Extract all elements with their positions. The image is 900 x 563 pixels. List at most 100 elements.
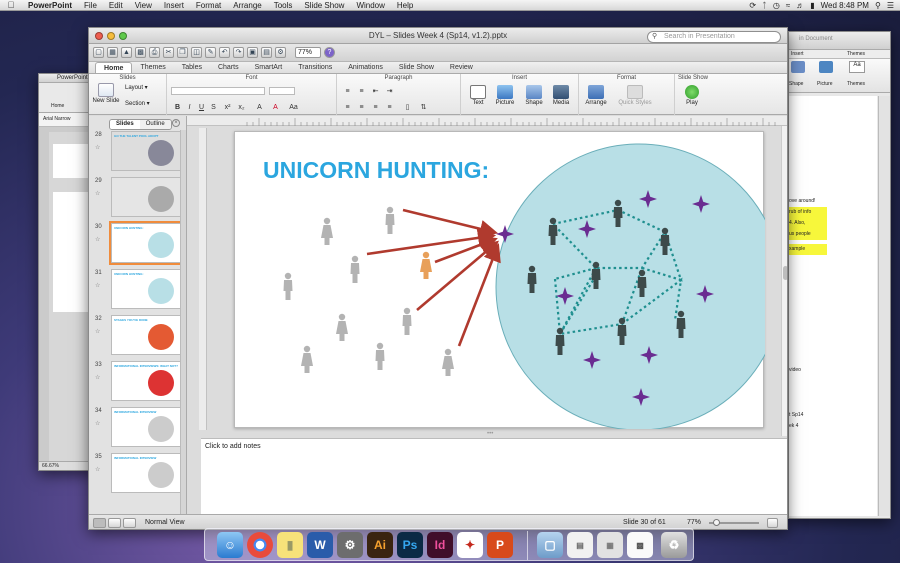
apple-menu-icon[interactable]:  — [0, 0, 22, 10]
slide-thumbnail-33[interactable]: 33 ☆ INFORMATIONAL INTERVIEWS: WHAT NOT? — [89, 360, 187, 404]
font-name-input[interactable] — [171, 87, 265, 95]
new-slide-button[interactable]: New Slide — [91, 83, 121, 104]
bullets-icon[interactable]: ≡ — [343, 87, 352, 96]
applications-folder-icon[interactable]: ▢ — [537, 532, 563, 558]
trash-icon[interactable]: ♻ — [661, 532, 687, 558]
splitter-handle[interactable]: ••• — [487, 431, 503, 437]
tab-themes[interactable]: Themes — [132, 62, 173, 73]
right-tab-themes[interactable]: Themes — [847, 51, 865, 57]
menu-help[interactable]: Help — [391, 1, 419, 10]
left-window-font-box[interactable]: Arial Narrow — [39, 113, 95, 127]
slide-scrollbar[interactable] — [781, 126, 787, 436]
font-size-input[interactable] — [269, 87, 295, 95]
gallery-icon[interactable]: ▤ — [261, 47, 272, 58]
chrome-icon[interactable] — [247, 532, 273, 558]
menu-app-name[interactable]: PowerPoint — [22, 1, 78, 10]
cut-icon[interactable]: ✂ — [163, 47, 174, 58]
stickies-icon[interactable]: ▮ — [277, 532, 303, 558]
battery-icon[interactable]: ▮ — [810, 1, 814, 10]
right-window-scrollbar[interactable] — [878, 96, 890, 516]
zoom-slider[interactable] — [709, 519, 759, 526]
shape-button[interactable]: Shape — [523, 85, 545, 106]
menu-insert[interactable]: Insert — [158, 1, 190, 10]
menu-window[interactable]: Window — [350, 1, 390, 10]
superscript-icon[interactable]: x² — [223, 103, 232, 112]
download-stack-icon[interactable]: ▦ — [597, 532, 623, 558]
help-icon[interactable]: ? — [324, 47, 335, 58]
right-picture-button[interactable]: Picture — [817, 81, 833, 87]
close-pane-icon[interactable]: × — [172, 119, 180, 127]
justify-icon[interactable]: ≡ — [385, 103, 394, 112]
shape-icon[interactable] — [791, 61, 805, 73]
slide-thumbnail-29[interactable]: 29 ☆ — [89, 176, 187, 220]
templates-icon[interactable]: ▦ — [107, 47, 118, 58]
decrease-indent-icon[interactable]: ⇤ — [371, 87, 380, 96]
tab-charts[interactable]: Charts — [210, 62, 247, 73]
slide-thumbnail-28[interactable]: 28 ☆ GO THE TALENT POOL ADOPT — [89, 130, 187, 174]
spotlight-icon[interactable]: ⚲ — [875, 1, 881, 10]
align-left-icon[interactable]: ≡ — [343, 103, 352, 112]
thumbnail-scrollbar[interactable] — [180, 130, 186, 514]
columns-icon[interactable]: ▯ — [403, 103, 412, 112]
zoom-slider-knob[interactable] — [713, 519, 720, 526]
open-icon[interactable]: ▲ — [121, 47, 132, 58]
right-themes-button[interactable]: Themes — [847, 81, 865, 87]
left-window-titlebar[interactable]: PowerPoint — [39, 74, 95, 83]
tab-slides[interactable]: Slides — [110, 120, 140, 129]
search-input[interactable]: ⚲ Search in Presentation — [647, 31, 781, 43]
zoom-select[interactable]: 77% — [295, 47, 321, 58]
finder-icon[interactable]: ☺ — [217, 532, 243, 558]
right-window-titlebar[interactable]: in Document — [789, 32, 890, 50]
tab-outline[interactable]: Outline — [139, 120, 171, 129]
tab-tables[interactable]: Tables — [174, 62, 210, 73]
menu-tools[interactable]: Tools — [268, 1, 299, 10]
clock[interactable]: Wed 8:48 PM — [821, 1, 869, 10]
menu-slide-show[interactable]: Slide Show — [298, 1, 350, 10]
menu-file[interactable]: File — [78, 1, 103, 10]
right-shape-button[interactable]: Shape — [789, 81, 803, 87]
fit-to-window-button[interactable] — [767, 518, 778, 528]
slide-canvas[interactable]: UNICORN HUNTING: — [234, 131, 783, 431]
section-button[interactable]: Section ▾ — [125, 100, 150, 107]
undo-icon[interactable]: ↶ — [219, 47, 230, 58]
save-icon[interactable]: ▩ — [135, 47, 146, 58]
sync-icon[interactable]: ⟳ — [749, 1, 756, 10]
acrobat-icon[interactable]: ✦ — [457, 532, 483, 558]
underline-icon[interactable]: U — [197, 103, 206, 112]
text-button[interactable]: Text — [467, 85, 489, 106]
tab-transitions[interactable]: Transitions — [290, 62, 340, 73]
bluetooth-icon[interactable]: ᛏ — [762, 1, 767, 10]
layout-button[interactable]: Layout ▾ — [125, 84, 148, 91]
tab-home[interactable]: Home — [95, 62, 133, 73]
notes-pane[interactable]: Click to add notes — [201, 438, 787, 514]
quick-styles-button[interactable]: Quick Styles — [615, 85, 655, 106]
text-effects-icon[interactable]: A — [255, 103, 264, 112]
slide-sorter-button[interactable] — [108, 518, 121, 528]
text-direction-icon[interactable]: ⇅ — [419, 103, 428, 112]
menu-edit[interactable]: Edit — [103, 1, 129, 10]
slide-thumbnail-31[interactable]: 31 ☆ UNICORN HUNTING: — [89, 268, 187, 312]
indesign-icon[interactable]: Id — [427, 532, 453, 558]
presenter-view-button[interactable] — [123, 518, 136, 528]
picture-button[interactable]: Picture — [493, 85, 517, 106]
copy-icon[interactable]: ❐ — [177, 47, 188, 58]
slide-thumbnail-35[interactable]: 35 ☆ INFORMATIONAL INTERVIEW — [89, 452, 187, 496]
zoom-window-button[interactable] — [119, 31, 127, 40]
powerpoint-icon[interactable]: P — [487, 532, 513, 558]
font-color-icon[interactable]: A — [271, 103, 280, 112]
normal-view-button[interactable] — [93, 518, 106, 528]
tab-slide-show[interactable]: Slide Show — [391, 62, 442, 73]
wifi-icon[interactable]: ≈ — [786, 1, 790, 10]
menu-format[interactable]: Format — [190, 1, 227, 10]
system-preferences-icon[interactable]: ⚙ — [337, 532, 363, 558]
word-icon[interactable]: W — [307, 532, 333, 558]
play-button[interactable]: Play — [681, 85, 703, 106]
arrange-button[interactable]: Arrange — [583, 85, 609, 106]
slide-thumbnail-32[interactable]: 32 ☆ STAGES YOU'VE DONE — [89, 314, 187, 358]
print-icon[interactable]: ⎙ — [149, 47, 160, 58]
toolbox-icon[interactable]: ⚙ — [275, 47, 286, 58]
format-painter-icon[interactable]: ✎ — [205, 47, 216, 58]
tab-animations[interactable]: Animations — [340, 62, 391, 73]
media-button[interactable]: Media — [549, 85, 573, 106]
horizontal-ruler[interactable] — [187, 116, 787, 126]
